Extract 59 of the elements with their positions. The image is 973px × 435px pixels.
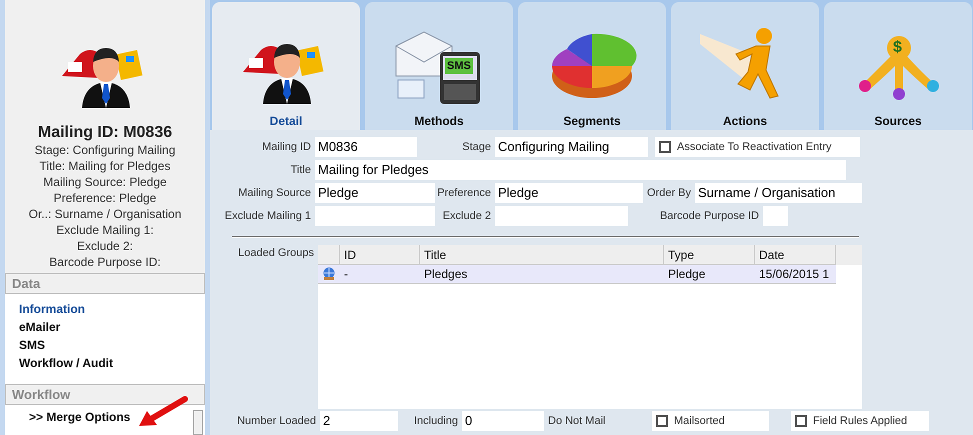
text-field[interactable]: Mailing for Pledges [315, 160, 846, 180]
table-cell-text: - [343, 266, 349, 283]
checkbox[interactable] [659, 141, 671, 153]
tab[interactable]: Segments [518, 2, 666, 130]
globe-icon [322, 267, 336, 281]
text-field[interactable]: Configuring Mailing [495, 137, 648, 157]
checkbox[interactable] [656, 415, 668, 427]
section-header: Workflow [5, 384, 205, 405]
checkbox[interactable] [795, 415, 807, 427]
field-label: Mailing Source [238, 186, 311, 201]
nav-link[interactable]: Workflow / Audit [19, 354, 191, 372]
mailing-heading: Mailing ID: M0836 [36, 124, 174, 142]
text-field[interactable]: Pledge [495, 183, 643, 203]
checkbox-label: Field Rules Applied [813, 414, 908, 429]
field-label: Preference [437, 186, 491, 201]
summary-line: Mailing Source: Pledge [43, 174, 167, 190]
tab[interactable]: Detail [212, 2, 360, 130]
text-field[interactable] [763, 206, 788, 226]
summary-line: Exclude Mailing 1: [56, 222, 154, 238]
summary-line: Barcode Purpose ID: [49, 254, 161, 270]
summary-line: Title: Mailing for Pledges [40, 158, 170, 174]
checkbox-label: Mailsorted [674, 414, 725, 429]
tab[interactable]: $ Sources [824, 2, 972, 130]
text-field[interactable]: 0 [462, 411, 544, 431]
text-field[interactable]: 2 [320, 411, 398, 431]
field-label: Title [290, 162, 311, 178]
field-label: Stage [462, 140, 491, 155]
field-label: Barcode Purpose ID [660, 208, 759, 224]
summary-line: Or..: Surname / Organisation [28, 206, 182, 222]
summary-line: Stage: Configuring Mailing [34, 142, 176, 158]
table-cell-text: Pledges [423, 266, 468, 283]
nav-link[interactable]: SMS [19, 336, 191, 354]
table-cell-text: 15/06/2015 1 [758, 266, 830, 283]
field-label: Mailing ID [262, 140, 311, 155]
field-label: Order By [646, 186, 691, 201]
table-cell-text: Pledge [667, 266, 706, 283]
tab[interactable]: Actions [671, 2, 819, 130]
nav-link[interactable]: eMailer [19, 318, 191, 336]
field-label: Exclude 2 [442, 208, 491, 224]
nav-link[interactable]: Information [19, 300, 191, 318]
scrollbar[interactable] [193, 410, 203, 435]
text-field[interactable] [495, 206, 628, 226]
text-field[interactable] [315, 206, 435, 226]
section-header: Data [5, 273, 205, 294]
tab[interactable]: SMS Methods [365, 2, 513, 130]
summary-line: Exclude 2: [76, 238, 134, 254]
field-label: Loaded Groups [238, 246, 314, 261]
text-field[interactable]: Pledge [315, 183, 435, 203]
checkbox-label: Associate To Reactivation Entry [677, 140, 832, 155]
field-label: Including [414, 414, 458, 429]
summary-line: Preference: Pledge [54, 190, 156, 206]
sms-bubble: SMS [445, 58, 473, 74]
table-row[interactable]: - Pledges Pledge 15/06/2015 1 [318, 265, 836, 284]
text-field[interactable]: Surname / Organisation [695, 183, 862, 203]
field-label: Do Not Mail [548, 414, 606, 429]
field-label: Number Loaded [237, 414, 316, 429]
field-label: Exclude Mailing 1 [224, 208, 311, 224]
text-field[interactable]: M0836 [315, 137, 417, 157]
dollar-sign: $ [893, 38, 902, 58]
